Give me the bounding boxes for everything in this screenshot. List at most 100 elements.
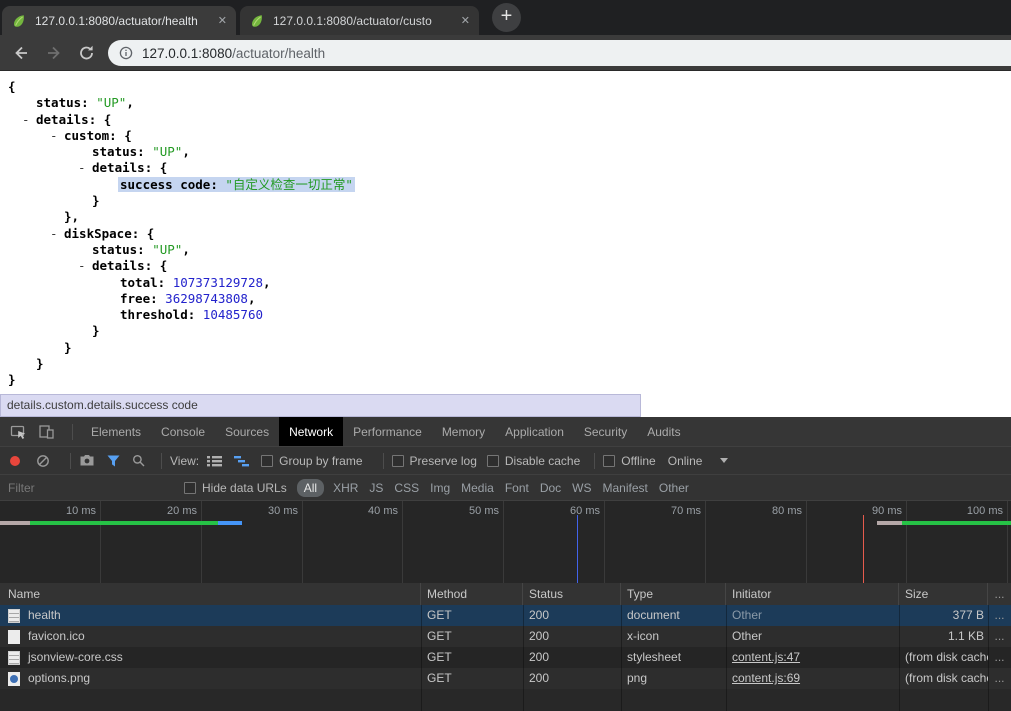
- resource-filter-other[interactable]: Other: [659, 481, 689, 495]
- cell-status: 200: [523, 668, 621, 689]
- request-row[interactable]: jsonview-core.cssGET200stylesheetcontent…: [0, 647, 1011, 668]
- request-row[interactable]: options.pngGET200pngcontent.js:69(from d…: [0, 668, 1011, 689]
- back-button[interactable]: [12, 44, 30, 62]
- cell-waterfall: ...: [988, 668, 1011, 689]
- overview-view-icon[interactable]: [234, 455, 249, 467]
- new-tab-button[interactable]: +: [492, 3, 521, 32]
- devtools-tab-application[interactable]: Application: [495, 417, 574, 446]
- browser-tab-health[interactable]: 127.0.0.1:8080/actuator/health ✕: [2, 6, 236, 35]
- waterfall-bar-segment: [902, 521, 1011, 525]
- json-comma: ,: [126, 95, 134, 110]
- group-by-frame-checkbox[interactable]: [261, 455, 273, 467]
- ruler-tick-label: 100 ms: [947, 505, 1003, 517]
- document-icon: [8, 609, 20, 623]
- column-header-method[interactable]: Method: [421, 583, 523, 605]
- devtools-tab-audits[interactable]: Audits: [637, 417, 690, 446]
- request-name: jsonview-core.css: [28, 647, 123, 668]
- initiator-link[interactable]: content.js:47: [732, 650, 800, 664]
- devtools-tabbar: ElementsConsoleSourcesNetworkPerformance…: [0, 417, 1011, 447]
- json-entry: }: [92, 323, 100, 338]
- page-info-icon[interactable]: [119, 46, 133, 60]
- devtools-tabs: ElementsConsoleSourcesNetworkPerformance…: [81, 417, 691, 446]
- json-colon: :: [145, 258, 160, 273]
- column-header-initiator[interactable]: Initiator: [726, 583, 899, 605]
- ruler-gridline: [100, 501, 101, 583]
- resource-filter-ws[interactable]: WS: [572, 481, 591, 495]
- json-entry: }: [36, 356, 44, 371]
- device-toolbar-icon[interactable]: [36, 423, 56, 441]
- resource-filter-all[interactable]: All: [297, 479, 324, 497]
- request-row[interactable]: healthGET200documentOther377 B...: [0, 605, 1011, 626]
- resource-filter-js[interactable]: JS: [369, 481, 383, 495]
- json-line: status: "UP",: [0, 242, 1011, 258]
- resource-filter-media[interactable]: Media: [461, 481, 494, 495]
- initiator-link[interactable]: content.js:69: [732, 671, 800, 685]
- collapse-toggle[interactable]: -: [78, 160, 86, 176]
- resource-filter-css[interactable]: CSS: [394, 481, 419, 495]
- devtools-tab-memory[interactable]: Memory: [432, 417, 495, 446]
- chevron-down-icon[interactable]: [720, 458, 728, 463]
- search-icon[interactable]: [132, 454, 145, 467]
- column-header-name[interactable]: Name: [0, 583, 421, 605]
- resource-filter-xhr[interactable]: XHR: [333, 481, 358, 495]
- devtools-tab-console[interactable]: Console: [151, 417, 215, 446]
- collapse-toggle[interactable]: -: [78, 258, 86, 274]
- devtools-tab-sources[interactable]: Sources: [215, 417, 279, 446]
- resource-filter-font[interactable]: Font: [505, 481, 529, 495]
- column-header-[interactable]: ...: [988, 583, 1011, 605]
- url-host: 127.0.0.1:8080: [142, 46, 232, 61]
- column-header-size[interactable]: Size: [899, 583, 988, 605]
- json-value: "自定义检查一切正常": [225, 177, 353, 192]
- disable-cache-checkbox[interactable]: [487, 455, 499, 467]
- cell-initiator: content.js:69: [726, 668, 899, 689]
- json-line: status: "UP",: [0, 144, 1011, 160]
- tab-close-icon[interactable]: ✕: [218, 14, 227, 27]
- preserve-log-checkbox[interactable]: [392, 455, 404, 467]
- json-key: success code: [120, 177, 210, 192]
- devtools-tab-network[interactable]: Network: [279, 417, 343, 446]
- resource-type-filters: All XHR JS CSS Img Media Font Doc WS Manifest Othe…: [297, 479, 700, 497]
- offline-checkbox[interactable]: [603, 455, 615, 467]
- cell-name: jsonview-core.css: [0, 647, 421, 668]
- requests-table-header: NameMethodStatusTypeInitiatorSize...: [0, 583, 1011, 605]
- hide-data-urls-checkbox[interactable]: [184, 482, 196, 494]
- capture-screenshots-icon[interactable]: [79, 454, 95, 467]
- json-line: {: [0, 79, 1011, 95]
- json-value: 10485760: [203, 307, 263, 322]
- json-key: details: [92, 160, 145, 175]
- column-header-status[interactable]: Status: [523, 583, 621, 605]
- devtools-tab-elements[interactable]: Elements: [81, 417, 151, 446]
- network-overview-timeline[interactable]: 10 ms20 ms30 ms40 ms50 ms60 ms70 ms80 ms…: [0, 501, 1011, 583]
- resource-filter-img[interactable]: Img: [430, 481, 450, 495]
- json-line: -details: {: [0, 112, 1011, 128]
- cell-type: x-icon: [621, 626, 726, 647]
- cell-method: GET: [421, 626, 523, 647]
- browser-tab-custom[interactable]: 127.0.0.1:8080/actuator/custo ✕: [240, 6, 479, 35]
- json-value: "UP": [152, 242, 182, 257]
- json-line: status: "UP",: [0, 95, 1011, 111]
- ruler-tick-label: 10 ms: [40, 505, 96, 517]
- resource-filter-doc[interactable]: Doc: [540, 481, 561, 495]
- collapse-toggle[interactable]: -: [22, 112, 30, 128]
- column-header-type[interactable]: Type: [621, 583, 726, 605]
- throttling-select[interactable]: Online: [668, 454, 703, 468]
- collapse-toggle[interactable]: -: [50, 128, 58, 144]
- collapse-toggle[interactable]: -: [50, 226, 58, 242]
- json-line: free: 36298743808,: [0, 291, 1011, 307]
- request-row[interactable]: favicon.icoGET200x-iconOther1.1 KB...: [0, 626, 1011, 647]
- filter-funnel-icon[interactable]: [107, 455, 120, 467]
- json-key: custom: [64, 128, 109, 143]
- address-bar[interactable]: 127.0.0.1:8080/actuator/health: [108, 40, 1011, 66]
- divider: [70, 453, 71, 469]
- forward-button[interactable]: [45, 44, 63, 62]
- refresh-button[interactable]: [78, 44, 96, 62]
- devtools-tab-security[interactable]: Security: [574, 417, 637, 446]
- tab-close-icon[interactable]: ✕: [461, 14, 470, 27]
- devtools-tab-performance[interactable]: Performance: [343, 417, 432, 446]
- filter-input[interactable]: [0, 481, 176, 495]
- inspect-element-icon[interactable]: [8, 423, 28, 441]
- request-rows-view-icon[interactable]: [207, 455, 222, 467]
- clear-icon[interactable]: [36, 454, 50, 468]
- record-button[interactable]: [10, 456, 20, 466]
- resource-filter-manifest[interactable]: Manifest: [603, 481, 648, 495]
